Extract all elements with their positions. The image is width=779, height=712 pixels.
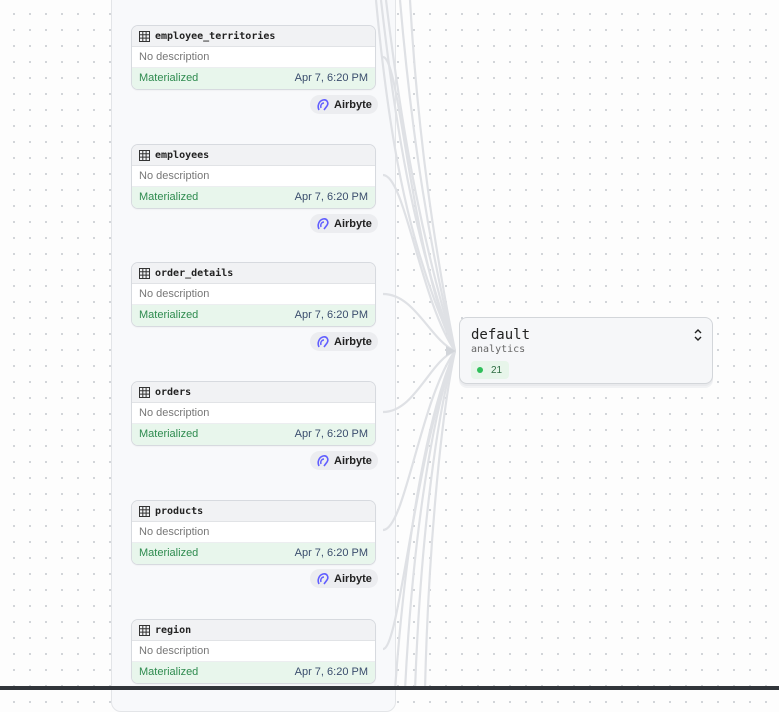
table-icon bbox=[139, 149, 150, 161]
status-label: Materialized bbox=[139, 547, 199, 559]
source-label: Airbyte bbox=[334, 454, 372, 467]
status-timestamp[interactable]: Apr 7, 6:20 PM bbox=[295, 662, 368, 683]
edge bbox=[398, 0, 457, 352]
asset-name: employees bbox=[155, 149, 210, 161]
airbyte-icon bbox=[317, 217, 329, 229]
asset-node-region[interactable]: region No description Materialized Apr 7… bbox=[131, 619, 376, 684]
status-label: Materialized bbox=[139, 666, 199, 678]
bottom-edge-bar bbox=[0, 686, 779, 690]
source-label: Airbyte bbox=[334, 98, 372, 111]
status-label: Materialized bbox=[139, 309, 199, 321]
asset-name: products bbox=[155, 505, 204, 517]
airbyte-icon bbox=[317, 572, 329, 584]
asset-description: No description bbox=[132, 522, 375, 543]
asset-name: order_details bbox=[155, 267, 234, 279]
group-subtitle: analytics bbox=[471, 344, 526, 355]
materialization-status: Materialized Apr 7, 6:20 PM bbox=[132, 543, 375, 564]
asset-node-orders[interactable]: orders No description Materialized Apr 7… bbox=[131, 381, 376, 446]
asset-group-node-default[interactable]: default analytics 21 bbox=[459, 317, 713, 384]
airbyte-icon bbox=[317, 454, 329, 466]
asset-node-employees[interactable]: employees No description Materialized Ap… bbox=[131, 144, 376, 209]
asset-name: orders bbox=[155, 386, 192, 398]
airbyte-badge: Airbyte bbox=[310, 332, 378, 351]
table-icon bbox=[139, 505, 150, 517]
source-label: Airbyte bbox=[334, 217, 372, 230]
status-label: Materialized bbox=[139, 191, 199, 203]
airbyte-icon bbox=[317, 335, 329, 347]
asset-count-badge: 21 bbox=[471, 361, 510, 379]
asset-count: 21 bbox=[491, 364, 503, 376]
edge bbox=[413, 350, 457, 690]
source-label: Airbyte bbox=[334, 335, 372, 348]
materialization-status: Materialized Apr 7, 6:20 PM bbox=[132, 187, 375, 208]
airbyte-badge: Airbyte bbox=[310, 214, 378, 233]
asset-description: No description bbox=[132, 403, 375, 424]
table-icon bbox=[139, 30, 150, 42]
source-label: Airbyte bbox=[334, 572, 372, 585]
status-timestamp[interactable]: Apr 7, 6:20 PM bbox=[295, 424, 368, 445]
status-label: Materialized bbox=[139, 72, 199, 84]
table-icon bbox=[139, 267, 150, 279]
asset-node-employee-territories[interactable]: employee_territories No description Mate… bbox=[131, 25, 376, 90]
asset-description: No description bbox=[132, 47, 375, 68]
status-timestamp[interactable]: Apr 7, 6:20 PM bbox=[295, 543, 368, 564]
airbyte-badge: Airbyte bbox=[310, 95, 378, 114]
status-timestamp[interactable]: Apr 7, 6:20 PM bbox=[295, 187, 368, 208]
asset-node-order-details[interactable]: order_details No description Materialize… bbox=[131, 262, 376, 327]
table-icon bbox=[139, 624, 150, 636]
asset-name: region bbox=[155, 624, 192, 636]
materialization-status: Materialized Apr 7, 6:20 PM bbox=[132, 68, 375, 89]
materialization-status: Materialized Apr 7, 6:20 PM bbox=[132, 424, 375, 445]
asset-description: No description bbox=[132, 166, 375, 187]
group-title: default bbox=[471, 327, 531, 343]
asset-node-products[interactable]: products No description Materialized Apr… bbox=[131, 500, 376, 565]
materialization-status: Materialized Apr 7, 6:20 PM bbox=[132, 662, 375, 683]
airbyte-badge: Airbyte bbox=[310, 569, 378, 588]
status-label: Materialized bbox=[139, 428, 199, 440]
airbyte-badge: Airbyte bbox=[310, 451, 378, 470]
asset-description: No description bbox=[132, 641, 375, 662]
asset-name: employee_territories bbox=[155, 30, 276, 42]
status-timestamp[interactable]: Apr 7, 6:20 PM bbox=[295, 68, 368, 89]
airbyte-icon bbox=[317, 98, 329, 110]
edge bbox=[408, 0, 457, 352]
asset-description: No description bbox=[132, 284, 375, 305]
status-dot bbox=[477, 367, 483, 373]
status-timestamp[interactable]: Apr 7, 6:20 PM bbox=[295, 305, 368, 326]
table-icon bbox=[139, 386, 150, 398]
chevron-up-down-icon[interactable] bbox=[693, 328, 703, 342]
materialization-status: Materialized Apr 7, 6:20 PM bbox=[132, 305, 375, 326]
